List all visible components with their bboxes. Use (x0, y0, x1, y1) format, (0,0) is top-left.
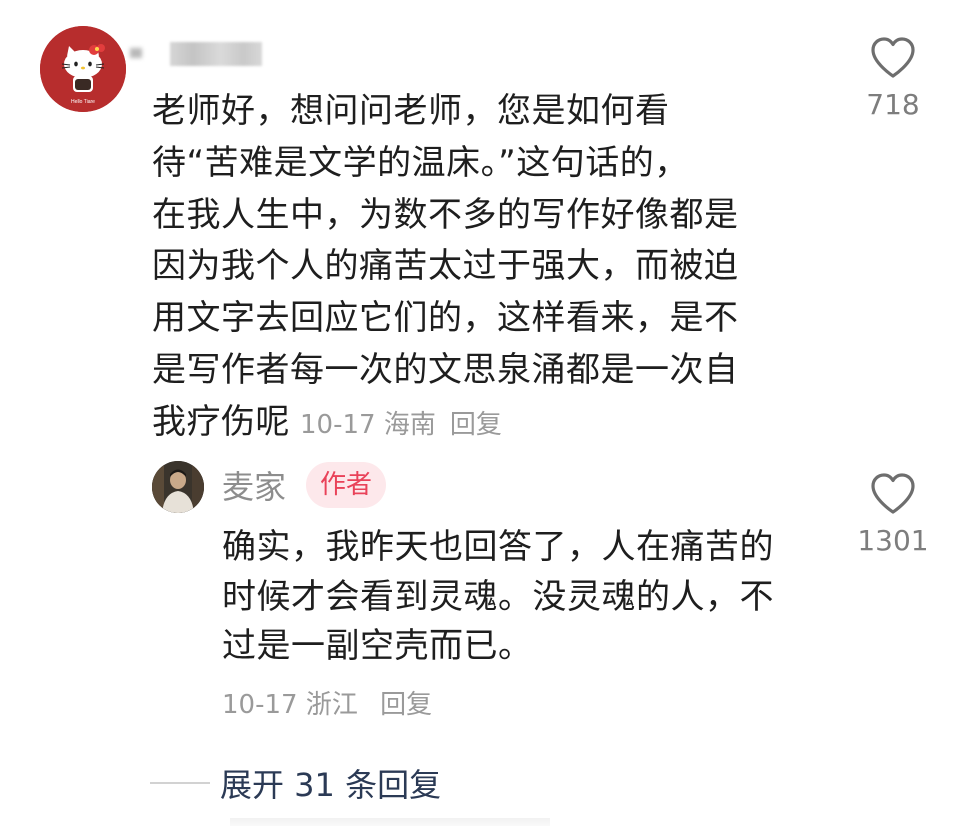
reply-meta: 10-17 浙江 回复 (222, 684, 432, 721)
hello-kitty-avatar-image: Hello Tiare (40, 26, 126, 112)
commenter-name-blurred[interactable] (170, 42, 262, 66)
comment-line: 待“苦难是文学的温床。”这句话的， (152, 142, 689, 183)
reply-author-name[interactable]: 麦家 (222, 462, 286, 508)
reply-line: 时候才会看到灵魂。没灵魂的人，不 (222, 576, 774, 617)
heart-outline-icon (871, 37, 915, 78)
reply-avatar-photo (152, 461, 204, 513)
comment-like-button[interactable]: 718 (848, 36, 938, 121)
reply-like-count: 1301 (857, 524, 929, 557)
author-badge: 作者 (306, 462, 387, 508)
comment-line: 用文字去回应它们的，这样看来，是不 (152, 298, 739, 339)
expand-replies-button[interactable]: 展开 31 条回复 (150, 760, 441, 806)
comment-date: 10-17 (300, 409, 376, 440)
reply-body[interactable]: 确实，我昨天也回答了，人在痛苦的 时候才会看到灵魂。没灵魂的人，不 过是一副空壳… (222, 523, 832, 672)
reply-line: 确实，我昨天也回答了，人在痛苦的 (222, 527, 774, 567)
reply-date: 10-17 (222, 690, 298, 720)
reply-like-button[interactable]: 1301 (848, 472, 938, 557)
commenter-avatar[interactable]: Hello Tiare (40, 26, 126, 112)
reply-author-avatar[interactable] (152, 461, 204, 513)
reply-location: 浙江 (305, 690, 358, 720)
comment-line: 是写作者每一次的文思泉涌都是一次自 (152, 349, 739, 390)
next-item-peek (230, 818, 550, 826)
comment-like-count: 718 (866, 88, 920, 121)
comment-line: 老师好，想问问老师，您是如何看 (152, 91, 670, 131)
expand-divider-line (150, 782, 210, 784)
commenter-name-blur-mark (130, 48, 142, 58)
avatar-caption: Hello Tiare (71, 99, 95, 105)
comment-line-text: 我疗伤呢 (152, 401, 290, 442)
comment-line: 在我人生中，为数不多的写作好像都是 (152, 194, 739, 235)
comment-last-line: 我疗伤呢 10-17 海南 回复 (152, 397, 812, 449)
comment-line: 因为我个人的痛苦太过于强大，而被迫 (152, 246, 739, 287)
expand-replies-label: 展开 31 条回复 (220, 766, 442, 804)
reply-reply-button[interactable]: 回复 (380, 690, 432, 720)
comment-meta: 10-17 海南 回复 (300, 410, 502, 440)
comment-body[interactable]: 老师好，想问问老师，您是如何看 待“苦难是文学的温床。”这句话的， 在我人生中，… (152, 86, 812, 449)
heart-outline-icon (871, 473, 915, 514)
comment-location: 海南 (383, 409, 436, 440)
comment-reply-button[interactable]: 回复 (450, 410, 502, 440)
reply-line: 过是一副空壳而已。 (222, 626, 533, 666)
